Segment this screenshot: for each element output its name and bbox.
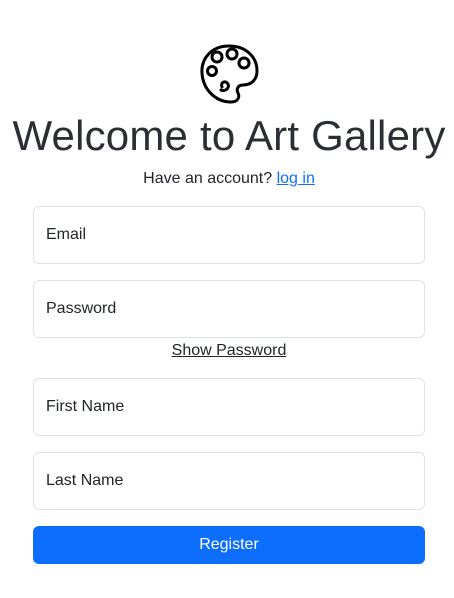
login-prompt: Have an account? log in	[0, 167, 454, 191]
register-page: Welcome to Art Gallery Have an account? …	[0, 0, 454, 598]
show-password-link[interactable]: Show Password	[172, 342, 287, 359]
login-prompt-text: Have an account?	[143, 170, 273, 187]
first-name-field[interactable]	[34, 379, 424, 435]
email-field[interactable]	[34, 207, 424, 263]
last-name-field[interactable]	[34, 453, 424, 509]
email-field-wrapper	[33, 206, 425, 264]
register-button[interactable]: Register	[33, 526, 425, 564]
page-title: Welcome to Art Gallery	[12, 112, 446, 159]
show-password-row: Show Password	[0, 340, 454, 362]
password-field[interactable]	[34, 281, 424, 337]
password-field-wrapper	[33, 280, 425, 338]
palette-icon	[200, 44, 259, 104]
login-link[interactable]: log in	[277, 170, 315, 187]
last-name-field-wrapper	[33, 452, 425, 510]
first-name-field-wrapper	[33, 378, 425, 436]
